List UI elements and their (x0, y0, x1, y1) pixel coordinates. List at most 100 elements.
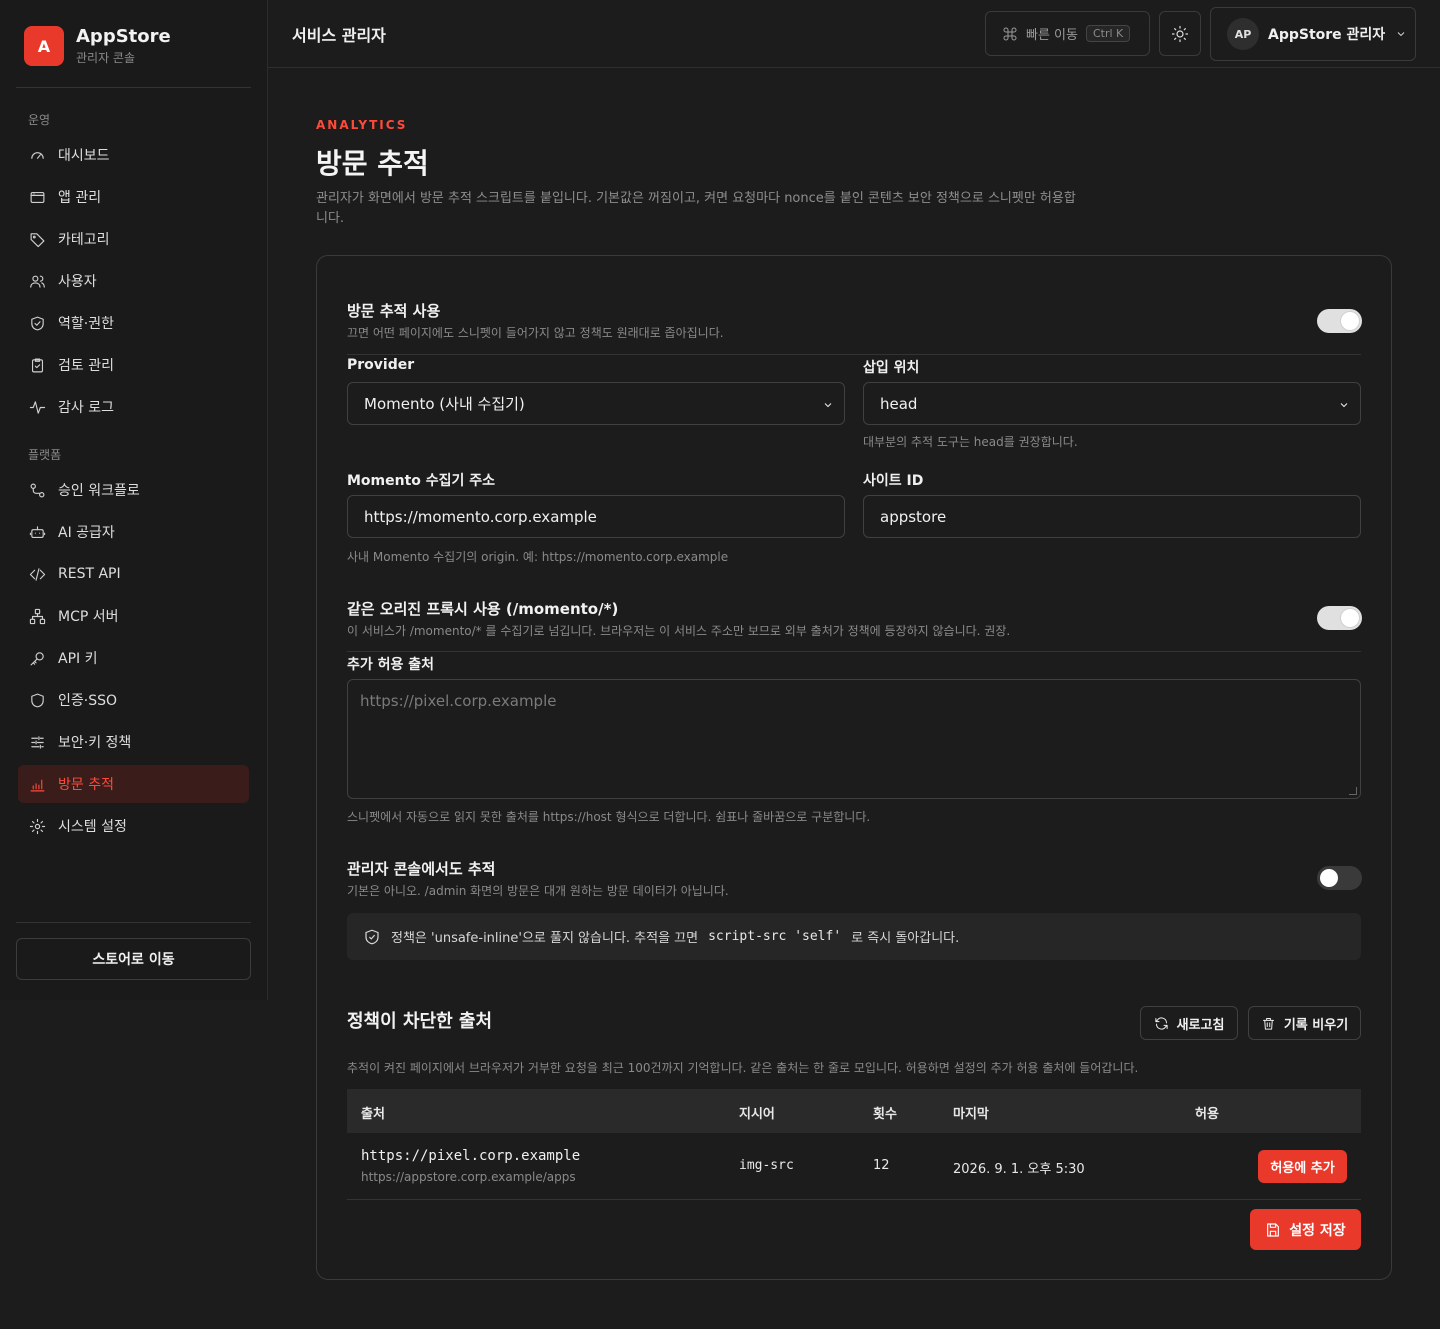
chevron-down-icon (824, 403, 832, 408)
collector-input[interactable]: https://momento.corp.example (347, 495, 845, 538)
shield-check-icon (365, 929, 379, 944)
enable-tracking-toggle[interactable] (1317, 309, 1362, 333)
row-page: https://appstore.corp.example/apps (361, 1170, 576, 1184)
collector-value: https://momento.corp.example (364, 507, 597, 526)
resize-handle[interactable] (1349, 787, 1357, 795)
site-id-label: 사이트 ID (863, 473, 924, 489)
go-to-store-button[interactable]: 스토어로 이동 (16, 938, 251, 980)
admin-tracking-title: 관리자 콘솔에서도 추적 (347, 860, 496, 878)
collector-hint: 사내 Momento 수집기의 origin. 예: https://momen… (347, 550, 729, 564)
proxy-toggle[interactable] (1317, 606, 1362, 630)
allow-add-button[interactable]: 허용에 추가 (1258, 1150, 1347, 1183)
column-header-count: 횟수 (873, 1107, 897, 1122)
users-icon (30, 275, 45, 288)
provider-select[interactable]: Momento (사내 수집기) (347, 382, 845, 425)
gear-icon (29, 818, 46, 834)
save-icon (1267, 1222, 1280, 1237)
topbar-title: 서비스 관리자 (292, 26, 386, 45)
proxy-title: 같은 오리진 프록시 사용 (/momento/*) (347, 600, 619, 618)
column-header-directive: 지시어 (739, 1107, 775, 1122)
window-icon (30, 191, 45, 203)
notice-text: 정책은 'unsafe-inline'으로 풀지 않습니다. 추적을 끄면 (391, 931, 699, 946)
sidebar-item-label: MCP 서버 (58, 609, 119, 625)
refresh-button[interactable]: 새로고침 (1140, 1006, 1238, 1040)
position-hint: 대부분의 추적 도구는 head를 권장합니다. (863, 435, 1078, 449)
topbar: 서비스 관리자 빠른 이동 Ctrl K AP AppStore 관리자 (268, 0, 1440, 68)
sidebar-item-label: 검토 관리 (58, 358, 114, 374)
sliders-icon (31, 735, 44, 749)
clear-history-label: 기록 비우기 (1283, 1017, 1349, 1033)
sidebar-item-api-keys[interactable]: API 키 (18, 639, 249, 677)
network-icon (29, 608, 46, 624)
sidebar-item-label: 앱 관리 (58, 190, 102, 206)
sidebar-item-roles[interactable]: 역할·권한 (18, 304, 249, 342)
bot-icon (29, 525, 46, 538)
policy-notice: 정책은 'unsafe-inline'으로 풀지 않습니다. 추적을 끄면 sc… (347, 913, 1361, 960)
sidebar-item-users[interactable]: 사용자 (18, 262, 249, 300)
column-header-allow: 허용 (1195, 1107, 1219, 1122)
row-directive: img-src (739, 1158, 794, 1173)
admin-tracking-desc: 기본은 아니오. /admin 화면의 방문은 대개 원하는 방문 데이터가 아… (347, 884, 729, 898)
sidebar-item-label: 보안·키 정책 (58, 735, 132, 751)
gauge-icon (31, 151, 44, 159)
sidebar: A AppStore 관리자 콘솔 운영 대시보드 앱 관리 카테고리 사용자 … (0, 0, 268, 1000)
key-icon (30, 651, 44, 665)
sidebar-item-label: 역할·권한 (58, 316, 114, 332)
user-name: AppStore 관리자 (1268, 27, 1386, 43)
column-header-origin: 출처 (361, 1107, 385, 1122)
clipboard-check-icon (31, 358, 44, 372)
sun-icon (1171, 25, 1189, 42)
sidebar-item-mcp[interactable]: MCP 서버 (18, 597, 249, 635)
table-row: https://pixel.corp.example https://appst… (347, 1133, 1361, 1200)
section-label-platform: 플랫폼 (28, 448, 62, 462)
theme-toggle-button[interactable] (1159, 11, 1201, 56)
shortcut-badge: Ctrl K (1085, 25, 1131, 42)
activity-icon (29, 400, 46, 414)
sidebar-item-label: 사용자 (58, 274, 97, 290)
command-icon (1003, 27, 1017, 40)
page-eyebrow: ANALYTICS (316, 118, 408, 132)
row-count: 12 (873, 1158, 890, 1173)
admin-tracking-toggle[interactable] (1317, 866, 1362, 890)
sidebar-item-audit[interactable]: 감사 로그 (18, 388, 249, 426)
sidebar-item-label: AI 공급자 (58, 525, 115, 541)
blocked-origins-title: 정책이 차단한 출처 (347, 1011, 493, 1032)
site-id-input[interactable]: appstore (863, 495, 1361, 538)
save-settings-button[interactable]: 설정 저장 (1250, 1209, 1361, 1250)
sidebar-item-security-policy[interactable]: 보안·키 정책 (18, 723, 249, 761)
page-description: 관리자가 화면에서 방문 추적 스크립트를 붙입니다. 기본값은 꺼짐이고, 켜… (316, 191, 1076, 226)
sidebar-divider (16, 922, 251, 923)
shield-check-icon (31, 316, 44, 330)
sidebar-item-categories[interactable]: 카테고리 (18, 220, 249, 258)
bar-chart-icon (30, 779, 45, 791)
sidebar-item-reviews[interactable]: 검토 관리 (18, 346, 249, 384)
site-id-value: appstore (880, 507, 947, 526)
enable-tracking-desc: 끄면 어떤 페이지에도 스니펫이 들어가지 않고 정책도 원래대로 좁아집니다. (347, 326, 724, 340)
sidebar-item-workflow[interactable]: 승인 워크플로 (18, 471, 249, 509)
sidebar-item-system-settings[interactable]: 시스템 설정 (18, 807, 249, 845)
extra-origins-textarea[interactable]: https://pixel.corp.example (347, 679, 1361, 799)
sidebar-item-visit-tracking[interactable]: 방문 추적 (18, 765, 249, 803)
save-settings-label: 설정 저장 (1289, 1222, 1346, 1239)
user-menu-button[interactable]: AP AppStore 관리자 (1210, 7, 1416, 61)
position-select[interactable]: head (863, 382, 1361, 425)
sidebar-item-label: 감사 로그 (58, 400, 114, 416)
divider (347, 651, 1361, 652)
brand[interactable]: A AppStore 관리자 콘솔 (24, 26, 171, 66)
sidebar-divider (16, 87, 251, 88)
quick-nav-button[interactable]: 빠른 이동 Ctrl K (985, 11, 1150, 56)
sidebar-item-sso[interactable]: 인증·SSO (18, 681, 249, 719)
sidebar-item-ai-providers[interactable]: AI 공급자 (18, 513, 249, 551)
chevron-down-icon (1340, 403, 1348, 408)
clear-history-button[interactable]: 기록 비우기 (1248, 1006, 1361, 1040)
tag-icon (30, 232, 45, 247)
sidebar-item-label: 방문 추적 (58, 777, 114, 793)
sidebar-item-dashboard[interactable]: 대시보드 (18, 136, 249, 174)
avatar: AP (1227, 18, 1259, 50)
enable-tracking-title: 방문 추적 사용 (347, 302, 441, 320)
workflow-icon (30, 483, 45, 497)
sidebar-item-apps[interactable]: 앱 관리 (18, 178, 249, 216)
sidebar-item-rest-api[interactable]: REST API (18, 555, 249, 593)
column-header-last: 마지막 (953, 1107, 989, 1122)
provider-value: Momento (사내 수집기) (364, 395, 525, 413)
